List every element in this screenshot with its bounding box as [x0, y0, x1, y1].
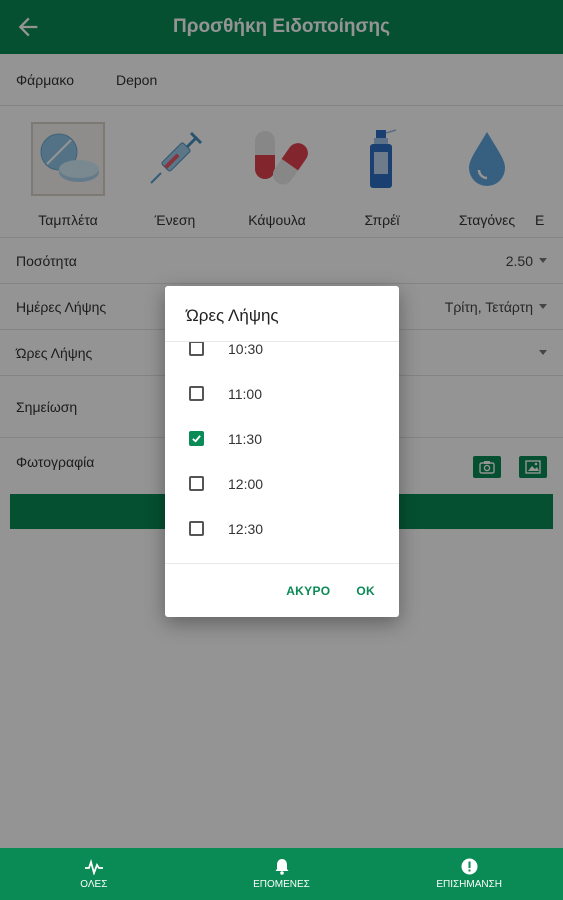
hour-label: 12:30	[228, 520, 264, 537]
nav-label: ΟΛΕΣ	[80, 878, 108, 890]
bottom-nav: ΟΛΕΣ ΕΠΟΜΕΝΕΣ ΕΠΙΣΗΜΑΝΣΗ	[0, 848, 563, 900]
alert-icon	[461, 858, 478, 875]
nav-label: ΕΠΙΣΗΜΑΝΣΗ	[436, 879, 503, 890]
hour-label: 11:00	[228, 385, 262, 402]
hour-label: 11:30	[228, 430, 262, 447]
checkbox[interactable]	[189, 342, 204, 356]
nav-all[interactable]: ΟΛΕΣ	[0, 848, 188, 900]
hour-option[interactable]: 12:30	[165, 506, 399, 551]
hour-label: 12:00	[228, 475, 264, 492]
hour-option[interactable]: 12:00	[165, 461, 399, 506]
hours-list[interactable]: 10:30 11:00 11:30 12:00 12:30	[165, 342, 399, 564]
dialog-actions: ΑΚΥΡΟ ΟΚ	[165, 564, 399, 617]
hour-option[interactable]: 11:30	[165, 416, 399, 461]
bell-icon	[275, 859, 288, 875]
hour-label: 10:30	[228, 342, 264, 357]
checkbox[interactable]	[189, 386, 204, 401]
checkbox[interactable]	[189, 521, 204, 536]
pulse-icon	[84, 858, 103, 875]
hours-dialog: Ώρες Λήψης 10:30 11:00 11:30 12:00 12:30…	[165, 286, 399, 617]
ok-button[interactable]: ΟΚ	[356, 584, 375, 598]
dialog-title: Ώρες Λήψης	[165, 286, 399, 342]
checkbox[interactable]	[189, 476, 204, 491]
nav-label: ΕΠΟΜΕΝΕΣ	[253, 879, 310, 890]
nav-alert[interactable]: ΕΠΙΣΗΜΑΝΣΗ	[375, 848, 563, 900]
checkbox-checked[interactable]	[189, 431, 204, 446]
hour-option[interactable]: 10:30	[165, 342, 399, 371]
check-icon	[192, 435, 201, 443]
hour-option[interactable]: 11:00	[165, 371, 399, 416]
cancel-button[interactable]: ΑΚΥΡΟ	[286, 584, 330, 598]
nav-upcoming[interactable]: ΕΠΟΜΕΝΕΣ	[188, 848, 376, 900]
